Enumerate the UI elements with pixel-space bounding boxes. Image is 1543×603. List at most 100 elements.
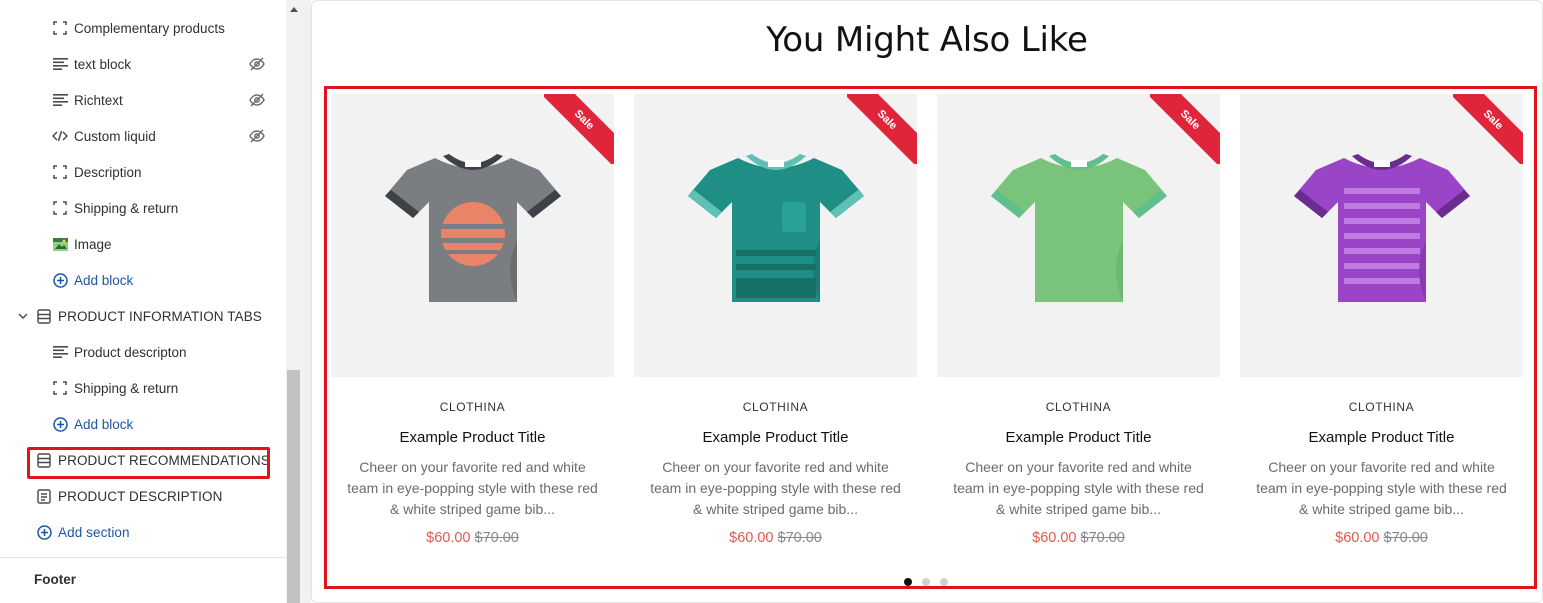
panel-gutter — [301, 0, 311, 603]
sidebar-block-label: Description — [74, 164, 142, 180]
sale-badge-label: Sale — [544, 94, 614, 164]
tshirt-icon — [385, 154, 561, 302]
product-title[interactable]: Example Product Title — [634, 429, 917, 446]
product-card[interactable]: Sale CLOTHINA Example Product Title Cheer o… — [331, 94, 614, 554]
code-icon — [52, 128, 68, 144]
slider-dot[interactable] — [922, 578, 930, 586]
plus-circle-icon — [36, 524, 52, 540]
product-vendor: CLOTHINA — [1045, 400, 1112, 414]
product-image[interactable]: Sale — [331, 94, 614, 377]
sale-badge-label: Sale — [1150, 94, 1220, 164]
product-vendor: CLOTHINA — [1348, 400, 1415, 414]
sidebar-block-tab-shipping-return[interactable]: Shipping & return — [0, 370, 286, 406]
add-block-label: Add block — [74, 272, 134, 288]
sale-badge-label: Sale — [1453, 94, 1523, 164]
image-icon — [52, 236, 68, 252]
section-label: PRODUCT INFORMATION TABS — [58, 308, 262, 324]
sidebar-block-richtext[interactable]: Richtext — [0, 82, 286, 118]
sale-price: $60.00 — [426, 530, 471, 546]
slider-pagination — [904, 578, 948, 586]
sidebar-block-product-description[interactable]: Product descripton — [0, 334, 286, 370]
tshirt-icon — [991, 154, 1167, 302]
product-description: Cheer on your favorite red and white tea… — [650, 459, 901, 517]
product-price: $60.00 $70.00 — [1240, 530, 1523, 546]
sidebar-block-label: Complementary products — [74, 20, 225, 36]
chevron-down-icon[interactable] — [17, 310, 29, 322]
product-vendor: CLOTHINA — [439, 400, 506, 414]
sidebar-block-image[interactable]: Image — [0, 226, 286, 262]
sidebar-block-label: Custom liquid — [74, 128, 156, 144]
plus-circle-icon — [52, 416, 68, 432]
tshirt-icon — [1294, 154, 1470, 302]
sidebar-block-label: Shipping & return — [74, 380, 179, 396]
sale-price: $60.00 — [729, 530, 774, 546]
add-section-label: Add section — [58, 524, 130, 540]
compare-price: $70.00 — [1383, 530, 1428, 546]
compare-price: $70.00 — [474, 530, 519, 546]
product-price: $60.00 $70.00 — [331, 530, 614, 546]
plus-circle-icon — [52, 272, 68, 288]
sidebar-block-label: Image — [74, 236, 112, 252]
sidebar-block-description[interactable]: Description — [0, 154, 286, 190]
add-block-button[interactable]: Add block — [0, 262, 286, 298]
text-lines-icon — [52, 56, 68, 72]
product-description: Cheer on your favorite red and white tea… — [1256, 459, 1507, 517]
bracket-frame-icon — [52, 200, 68, 216]
sale-badge: Sale — [847, 94, 917, 164]
product-title[interactable]: Example Product Title — [331, 429, 614, 446]
eye-slash-icon[interactable] — [248, 91, 266, 109]
product-title[interactable]: Example Product Title — [1240, 429, 1523, 446]
text-lines-icon — [52, 344, 68, 360]
product-image[interactable]: Sale — [634, 94, 917, 377]
product-image[interactable]: Sale — [937, 94, 1220, 377]
sidebar-block-label: Product descripton — [74, 344, 187, 360]
compare-price: $70.00 — [1080, 530, 1125, 546]
theme-editor-sidebar: Complementary products text block Richte… — [0, 0, 286, 603]
eye-slash-icon[interactable] — [248, 127, 266, 145]
sidebar-block-custom-liquid[interactable]: Custom liquid — [0, 118, 286, 154]
sidebar-group-footer[interactable]: Footer — [34, 572, 76, 587]
sale-price: $60.00 — [1335, 530, 1380, 546]
divider — [0, 557, 286, 558]
bracket-frame-icon — [52, 380, 68, 396]
sidebar-block-complementary-products[interactable]: Complementary products — [0, 10, 286, 46]
sale-badge: Sale — [1150, 94, 1220, 164]
sidebar-block-label: Shipping & return — [74, 200, 179, 216]
product-description: Cheer on your favorite red and white tea… — [347, 459, 598, 517]
add-block-button[interactable]: Add block — [0, 406, 286, 442]
section-heading: You Might Also Like — [766, 20, 1088, 60]
sale-badge: Sale — [1453, 94, 1523, 164]
sale-price: $60.00 — [1032, 530, 1077, 546]
product-card[interactable]: Sale CLOTHINA Example Product Title Cheer o… — [937, 94, 1220, 554]
sale-badge-label: Sale — [847, 94, 917, 164]
sidebar-section-product-description[interactable]: PRODUCT DESCRIPTION — [0, 478, 286, 514]
add-section-button[interactable]: Add section — [0, 514, 286, 550]
scrollbar-thumb[interactable] — [287, 370, 300, 603]
sidebar-block-text-block[interactable]: text block — [0, 46, 286, 82]
bracket-frame-icon — [52, 164, 68, 180]
sidebar-section-product-information-tabs[interactable]: PRODUCT INFORMATION TABS — [0, 298, 286, 334]
product-price: $60.00 $70.00 — [634, 530, 917, 546]
highlight-box — [27, 447, 270, 479]
sidebar-block-label: text block — [74, 56, 132, 72]
add-block-label: Add block — [74, 416, 134, 432]
product-title[interactable]: Example Product Title — [937, 429, 1220, 446]
section-layout-icon — [36, 308, 52, 324]
section-label: PRODUCT DESCRIPTION — [58, 488, 223, 504]
product-description: Cheer on your favorite red and white tea… — [953, 459, 1204, 517]
product-image[interactable]: Sale — [1240, 94, 1523, 377]
slider-dot[interactable] — [940, 578, 948, 586]
tshirt-icon — [688, 154, 864, 302]
product-card[interactable]: Sale CLOTHINA Example Product Title Cheer o… — [1240, 94, 1523, 554]
slider-dot[interactable] — [904, 578, 912, 586]
sidebar-block-shipping-return[interactable]: Shipping & return — [0, 190, 286, 226]
scroll-up-arrow-icon[interactable] — [287, 2, 300, 16]
bracket-frame-icon — [52, 20, 68, 36]
product-price: $60.00 $70.00 — [937, 530, 1220, 546]
eye-slash-icon[interactable] — [248, 55, 266, 73]
product-card[interactable]: Sale CLOTHINA Example Product Title Cheer o… — [634, 94, 917, 554]
sidebar-block-label: Richtext — [74, 92, 123, 108]
document-icon — [36, 488, 52, 504]
product-vendor: CLOTHINA — [742, 400, 809, 414]
sale-badge: Sale — [544, 94, 614, 164]
